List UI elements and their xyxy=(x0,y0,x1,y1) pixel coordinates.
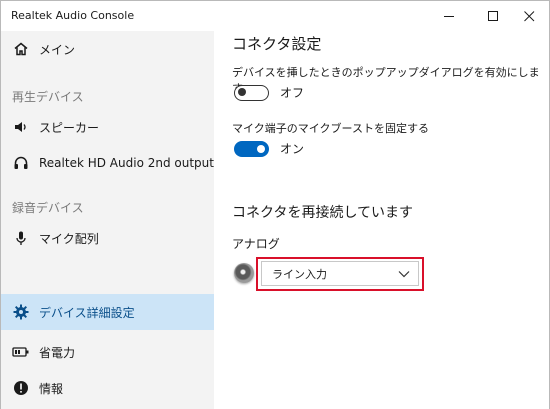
sidebar-item-label: マイク配列 xyxy=(39,231,99,246)
popup-dialog-toggle-row[interactable]: オフ xyxy=(234,84,304,101)
gear-icon xyxy=(12,303,30,321)
content-pane: コネクタ設定 デバイスを挿したときのポップアップダイアログを有効にします。 オフ… xyxy=(214,31,549,409)
sidebar-item-power[interactable]: 省電力 xyxy=(1,334,214,370)
info-icon xyxy=(12,379,30,397)
headphones-icon xyxy=(12,154,30,172)
mic-boost-description: マイク端子のマイクブーストを固定する xyxy=(232,122,430,135)
playback-section-label: 再生デバイス xyxy=(12,90,84,104)
line-in-dropdown[interactable]: ライン入力 xyxy=(261,261,419,286)
reconnect-title: コネクタを再接続しています xyxy=(232,205,414,221)
minimize-icon xyxy=(443,15,454,17)
window-title: Realtek Audio Console xyxy=(11,9,135,22)
maximize-button[interactable] xyxy=(473,1,513,31)
mic-boost-toggle-row[interactable]: オン xyxy=(234,140,304,157)
battery-icon xyxy=(12,343,30,361)
home-icon xyxy=(12,40,30,58)
popup-dialog-state: オフ xyxy=(280,86,305,100)
popup-dialog-toggle[interactable] xyxy=(234,84,269,101)
close-button[interactable] xyxy=(509,1,549,31)
sidebar-item-mic-array[interactable]: マイク配列 xyxy=(1,220,214,256)
sidebar-item-advanced[interactable]: デバイス詳細設定 xyxy=(1,294,214,330)
sidebar-item-label: デバイス詳細設定 xyxy=(39,305,135,320)
mic-boost-toggle[interactable] xyxy=(234,140,269,157)
analog-label: アナログ xyxy=(232,237,280,251)
sidebar-item-label: スピーカー xyxy=(39,120,100,135)
sidebar-item-label: 省電力 xyxy=(39,345,76,360)
mic-boost-state: オン xyxy=(280,142,305,156)
speaker-icon xyxy=(12,118,30,136)
sidebar-item-main[interactable]: メイン xyxy=(1,31,214,67)
maximize-icon xyxy=(487,10,498,21)
microphone-icon xyxy=(12,229,30,247)
chevron-down-icon xyxy=(398,270,410,277)
app-window: Realtek Audio Console メイン 再生デバイス スピーカー R… xyxy=(0,0,550,409)
title-bar: Realtek Audio Console xyxy=(1,1,549,31)
minimize-button[interactable] xyxy=(429,1,469,31)
audio-jack-icon xyxy=(234,263,254,283)
sidebar-item-info[interactable]: 情報 xyxy=(1,370,214,406)
dropdown-value: ライン入力 xyxy=(272,267,327,281)
close-icon xyxy=(523,10,534,21)
connector-settings-title: コネクタ設定 xyxy=(232,35,322,53)
sidebar: メイン 再生デバイス スピーカー Realtek HD Audio 2nd ou… xyxy=(1,31,214,409)
sidebar-item-label: メイン xyxy=(39,42,76,57)
sidebar-item-label: Realtek HD Audio 2nd output xyxy=(39,156,214,170)
sidebar-item-2nd-output[interactable]: Realtek HD Audio 2nd output xyxy=(1,145,214,181)
sidebar-item-label: 情報 xyxy=(39,381,64,396)
record-section-label: 録音デバイス xyxy=(12,201,84,215)
sidebar-item-speaker[interactable]: スピーカー xyxy=(1,109,214,145)
